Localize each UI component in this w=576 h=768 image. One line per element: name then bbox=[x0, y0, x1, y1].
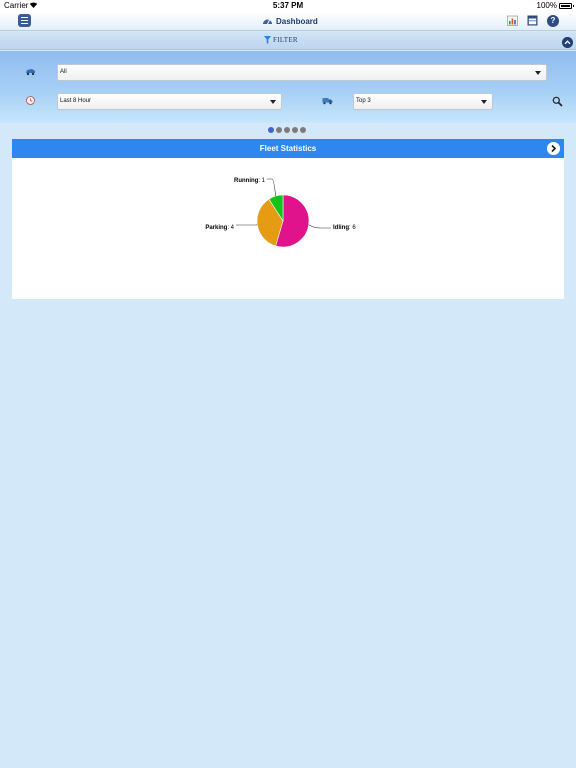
top-count-select[interactable]: Top 3 bbox=[353, 93, 493, 110]
page-title: Dashboard bbox=[262, 15, 318, 27]
chevron-down-icon bbox=[481, 100, 487, 104]
card-header: Fleet Statistics bbox=[12, 139, 564, 158]
calendar-icon[interactable] bbox=[527, 15, 538, 26]
page-indicator[interactable] bbox=[268, 127, 306, 133]
vehicle-select-value: All bbox=[60, 69, 67, 75]
pie-label-parking: Parking: 4 bbox=[205, 225, 234, 231]
filter-panel bbox=[0, 51, 576, 123]
clock-icon bbox=[26, 96, 35, 105]
page-dot[interactable] bbox=[268, 127, 274, 133]
search-icon[interactable] bbox=[552, 96, 563, 107]
speedometer-icon bbox=[263, 19, 272, 25]
pie-label-idling: Idling: 6 bbox=[333, 225, 356, 231]
time-range-value: Last 8 Hour bbox=[60, 98, 92, 104]
page-dot[interactable] bbox=[300, 127, 306, 133]
page-dot[interactable] bbox=[284, 127, 290, 133]
clock-time: 5:37 PM bbox=[272, 1, 304, 10]
chevron-right-icon[interactable] bbox=[547, 142, 560, 155]
card-title: Fleet Statistics bbox=[259, 144, 317, 153]
battery-icon bbox=[559, 3, 574, 9]
chevron-up-icon[interactable] bbox=[562, 37, 573, 48]
chevron-down-icon bbox=[270, 100, 276, 104]
chevron-down-icon bbox=[535, 71, 541, 75]
filter-header[interactable]: FILTER bbox=[0, 32, 576, 50]
vehicle-select[interactable]: All bbox=[57, 64, 547, 81]
filter-label: FILTER bbox=[273, 36, 298, 44]
pie-leader-line bbox=[308, 224, 331, 229]
filter-toggle[interactable]: FILTER bbox=[264, 36, 298, 44]
page-dot[interactable] bbox=[276, 127, 282, 133]
truck-icon bbox=[322, 98, 333, 105]
top-count-value: Top 3 bbox=[356, 98, 371, 104]
status-bar: Carrier 5:37 PM 100% bbox=[0, 0, 576, 12]
page-dot[interactable] bbox=[292, 127, 298, 133]
vehicle-icon bbox=[26, 69, 35, 76]
fleet-statistics-card: Fleet Statistics Idling: 6 Parking: 4 Runn… bbox=[12, 139, 564, 299]
battery-percent: 100% bbox=[536, 1, 557, 10]
pie-label-running: Running: 1 bbox=[234, 178, 266, 184]
time-range-select[interactable]: Last 8 Hour bbox=[57, 93, 282, 110]
help-icon[interactable]: ? bbox=[547, 15, 559, 27]
page-title-text: Dashboard bbox=[276, 16, 318, 26]
menu-icon[interactable] bbox=[18, 14, 31, 27]
report-icon[interactable] bbox=[507, 15, 518, 26]
nav-bar: Dashboard ? bbox=[0, 12, 576, 31]
funnel-icon bbox=[264, 36, 271, 44]
pie-leader-line bbox=[267, 178, 276, 197]
fleet-pie-chart: Idling: 6 Parking: 4 Running: 1 bbox=[205, 178, 356, 248]
